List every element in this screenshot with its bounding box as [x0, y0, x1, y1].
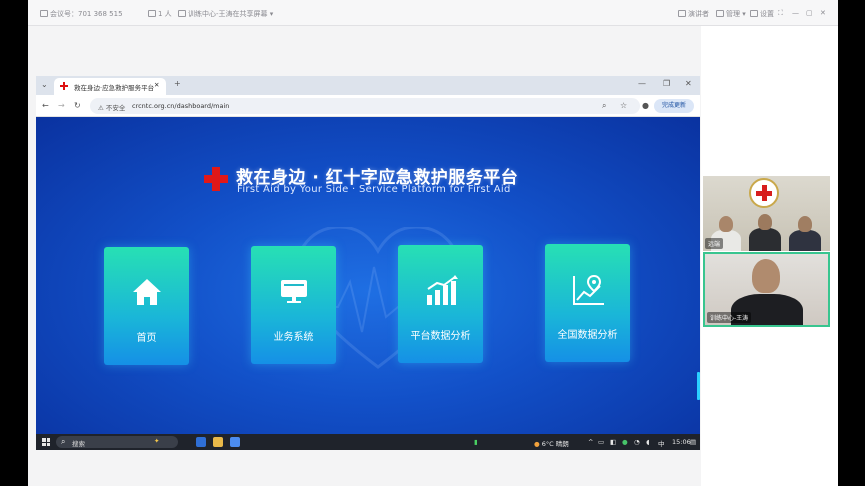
share-status: 训练中心-王涛在共享屏幕 ▾	[178, 9, 273, 19]
windows-taskbar: ⌕ 搜索 ✦ ▮ ● 6°C 晴朗 ^ ▭ ◧ ● ◔ ◖ 中 15:06 ▤	[36, 434, 700, 450]
url-input[interactable]: ⚠ 不安全 crcntc.org.cn/dashboard/main ⌕ ☆	[90, 98, 640, 114]
page-subtitle: First Aid by Your Side · Service Platfor…	[237, 184, 511, 195]
video-tile-speaker[interactable]: 训练中心-王涛	[703, 252, 830, 327]
new-tab-icon[interactable]: +	[174, 79, 181, 88]
presenter-icon	[678, 10, 686, 17]
card-home[interactable]: 首页	[104, 247, 189, 365]
forward-icon[interactable]: →	[58, 101, 65, 110]
ime-indicator[interactable]: 中	[658, 438, 665, 448]
browser-app-icon[interactable]	[230, 437, 240, 447]
tray-expand-icon[interactable]: ^	[588, 438, 593, 446]
bookmark-star-icon[interactable]: ☆	[620, 101, 627, 110]
clock[interactable]: 15:06	[672, 438, 691, 446]
card-label: 平台数据分析	[410, 331, 471, 342]
windows-start-icon[interactable]	[42, 438, 50, 446]
video-panel: 远端 训练中心-王涛	[701, 26, 838, 486]
tile-label: 远端	[705, 238, 724, 249]
minimize-icon[interactable]: —	[792, 9, 799, 17]
tab-bar: ⌄ 救在身边·应急救护服务平台 ✕ + — ❐ ✕	[36, 76, 700, 95]
card-platform-data-analysis[interactable]: 平台数据分析	[398, 245, 483, 363]
tile-label: 训练中心-王涛	[707, 312, 752, 323]
task-view-icon[interactable]	[196, 437, 206, 447]
reload-icon[interactable]: ↻	[74, 101, 81, 110]
map-pin-chart-icon	[573, 274, 604, 305]
url-text: crcntc.org.cn/dashboard/main	[132, 102, 230, 110]
browser-window: ⌄ 救在身边·应急救护服务平台 ✕ + — ❐ ✕ ← → ↻ ⚠ 不安全 cr…	[36, 76, 700, 450]
security-indicator[interactable]: ⚠ 不安全	[98, 102, 125, 112]
update-button[interactable]: 完成更新	[654, 99, 694, 113]
person-head	[758, 214, 772, 230]
minimize-icon[interactable]: —	[638, 79, 646, 88]
manage-icon	[716, 10, 724, 17]
screen-share-icon	[178, 10, 186, 17]
profile-icon[interactable]: ●	[642, 101, 649, 110]
home-icon	[133, 279, 161, 305]
red-cross-emblem-icon	[749, 178, 779, 208]
tab-active[interactable]: 救在身边·应急救护服务平台 ✕	[54, 78, 166, 95]
manage-button[interactable]: 管理 ▾	[716, 9, 746, 19]
taskbar-search-input[interactable]: ⌕ 搜索 ✦	[56, 436, 178, 448]
participants-icon	[148, 10, 156, 17]
close-icon[interactable]: ✕	[685, 79, 692, 88]
platform-dashboard: 救在身边 · 红十字应急救护服务平台 First Aid by Your Sid…	[36, 117, 700, 434]
monitor-icon	[281, 280, 307, 303]
notification-icon[interactable]: ▤	[690, 438, 696, 446]
card-label: 业务系统	[273, 332, 314, 343]
network-icon[interactable]: ▭	[598, 438, 604, 446]
card-business-system[interactable]: 业务系统	[251, 246, 336, 364]
file-explorer-icon[interactable]	[213, 437, 223, 447]
wechat-tray-icon[interactable]: ●	[622, 438, 628, 446]
person-body	[749, 228, 781, 251]
settings-button[interactable]: 设置	[750, 9, 774, 19]
weather-sun-icon: ●	[534, 440, 540, 448]
participants-count[interactable]: 1 人	[148, 9, 172, 19]
volume-icon[interactable]: ◖	[646, 438, 649, 446]
scrollbar-thumb[interactable]	[697, 372, 700, 400]
card-label: 全国数据分析	[557, 330, 618, 341]
card-label: 首页	[136, 333, 157, 344]
red-cross-favicon-icon	[60, 82, 68, 90]
video-tile-remote[interactable]: 远端	[703, 176, 830, 251]
meeting-info-icon	[40, 10, 48, 17]
back-icon[interactable]: ←	[42, 101, 49, 110]
bar-chart-icon	[427, 275, 458, 305]
card-national-data-analysis[interactable]: 全国数据分析	[545, 244, 630, 362]
maximize-icon[interactable]: ▢	[806, 9, 813, 17]
close-icon[interactable]: ✕	[820, 9, 826, 17]
meeting-toolbar: 会议号：701 368 515 1 人 训练中心-王涛在共享屏幕 ▾ 演讲者 管…	[28, 0, 838, 26]
weather-widget[interactable]: ● 6°C 晴朗	[534, 438, 569, 448]
search-icon: ⌕	[61, 437, 66, 446]
presenter-button[interactable]: 演讲者	[678, 9, 709, 19]
tab-search-icon[interactable]: ⌄	[41, 80, 48, 89]
address-bar: ← → ↻ ⚠ 不安全 crcntc.org.cn/dashboard/main…	[36, 95, 700, 117]
meeting-id[interactable]: 会议号：701 368 515	[40, 9, 123, 19]
gear-icon	[750, 10, 758, 17]
battery-icon[interactable]: ▮	[474, 438, 478, 446]
person-head	[719, 216, 733, 232]
search-highlight-icon: ✦	[154, 437, 160, 445]
person-body	[789, 230, 821, 251]
maximize-icon[interactable]: ❐	[663, 79, 670, 88]
person-head	[798, 216, 812, 232]
red-cross-logo-icon	[204, 167, 228, 191]
app-tray-icon[interactable]: ◧	[610, 438, 616, 446]
tab-close-icon[interactable]: ✕	[154, 81, 159, 89]
fullscreen-icon[interactable]: ⛶	[778, 9, 783, 18]
zoom-icon[interactable]: ⌕	[602, 101, 606, 111]
person-head	[752, 259, 780, 293]
wifi-icon[interactable]: ◔	[634, 438, 640, 446]
